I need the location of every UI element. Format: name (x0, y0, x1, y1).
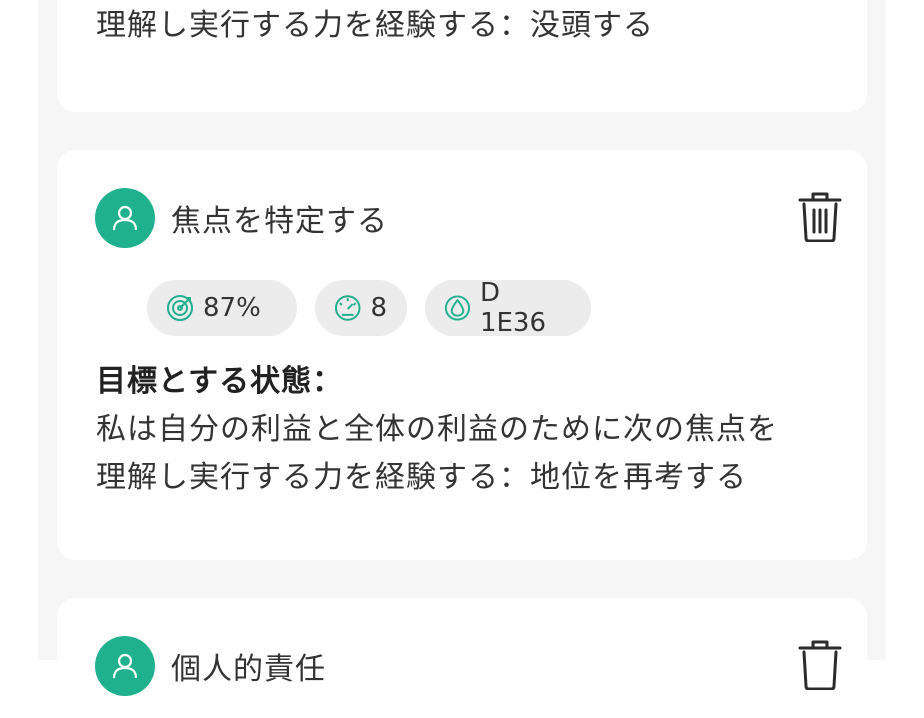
accuracy-chip[interactable]: 87% (147, 280, 297, 336)
goal-card[interactable]: 焦点を特定する 87% 8 D 1E36 目標とする状態： 私は自分の利益と全体… (57, 150, 867, 560)
goal-description-line: 理解し実行する力を経験する：地位を再考する (96, 460, 747, 495)
level-chip[interactable]: 8 (315, 280, 407, 336)
target-icon (167, 295, 193, 321)
card-title: 焦点を特定する (171, 204, 388, 239)
droplet-icon (444, 295, 471, 321)
delete-trash-icon[interactable] (797, 192, 843, 243)
chip-label: D 1E36 (479, 278, 547, 338)
goal-card[interactable]: 理解し実行する力を経験する：没頭する (57, 0, 867, 112)
code-chip[interactable]: D 1E36 (425, 278, 591, 338)
person-avatar-icon (95, 188, 155, 248)
target-state-label: 目標とする状態： (96, 364, 344, 399)
chip-label: 87% (203, 293, 261, 323)
person-avatar-icon (95, 636, 155, 696)
delete-trash-icon[interactable] (797, 640, 843, 691)
goal-card[interactable]: 個人的責任 (57, 598, 867, 718)
chip-label: 8 (370, 293, 387, 323)
goal-description-line: 私は自分の利益と全体の利益のために次の焦点を (96, 412, 778, 447)
gauge-icon (334, 295, 361, 321)
card-list: 理解し実行する力を経験する：没頭する 焦点を特定する 87% 8 D 1E36 … (38, 0, 886, 718)
card-title: 個人的責任 (171, 652, 326, 687)
goal-description-line: 理解し実行する力を経験する：没頭する (96, 8, 654, 43)
